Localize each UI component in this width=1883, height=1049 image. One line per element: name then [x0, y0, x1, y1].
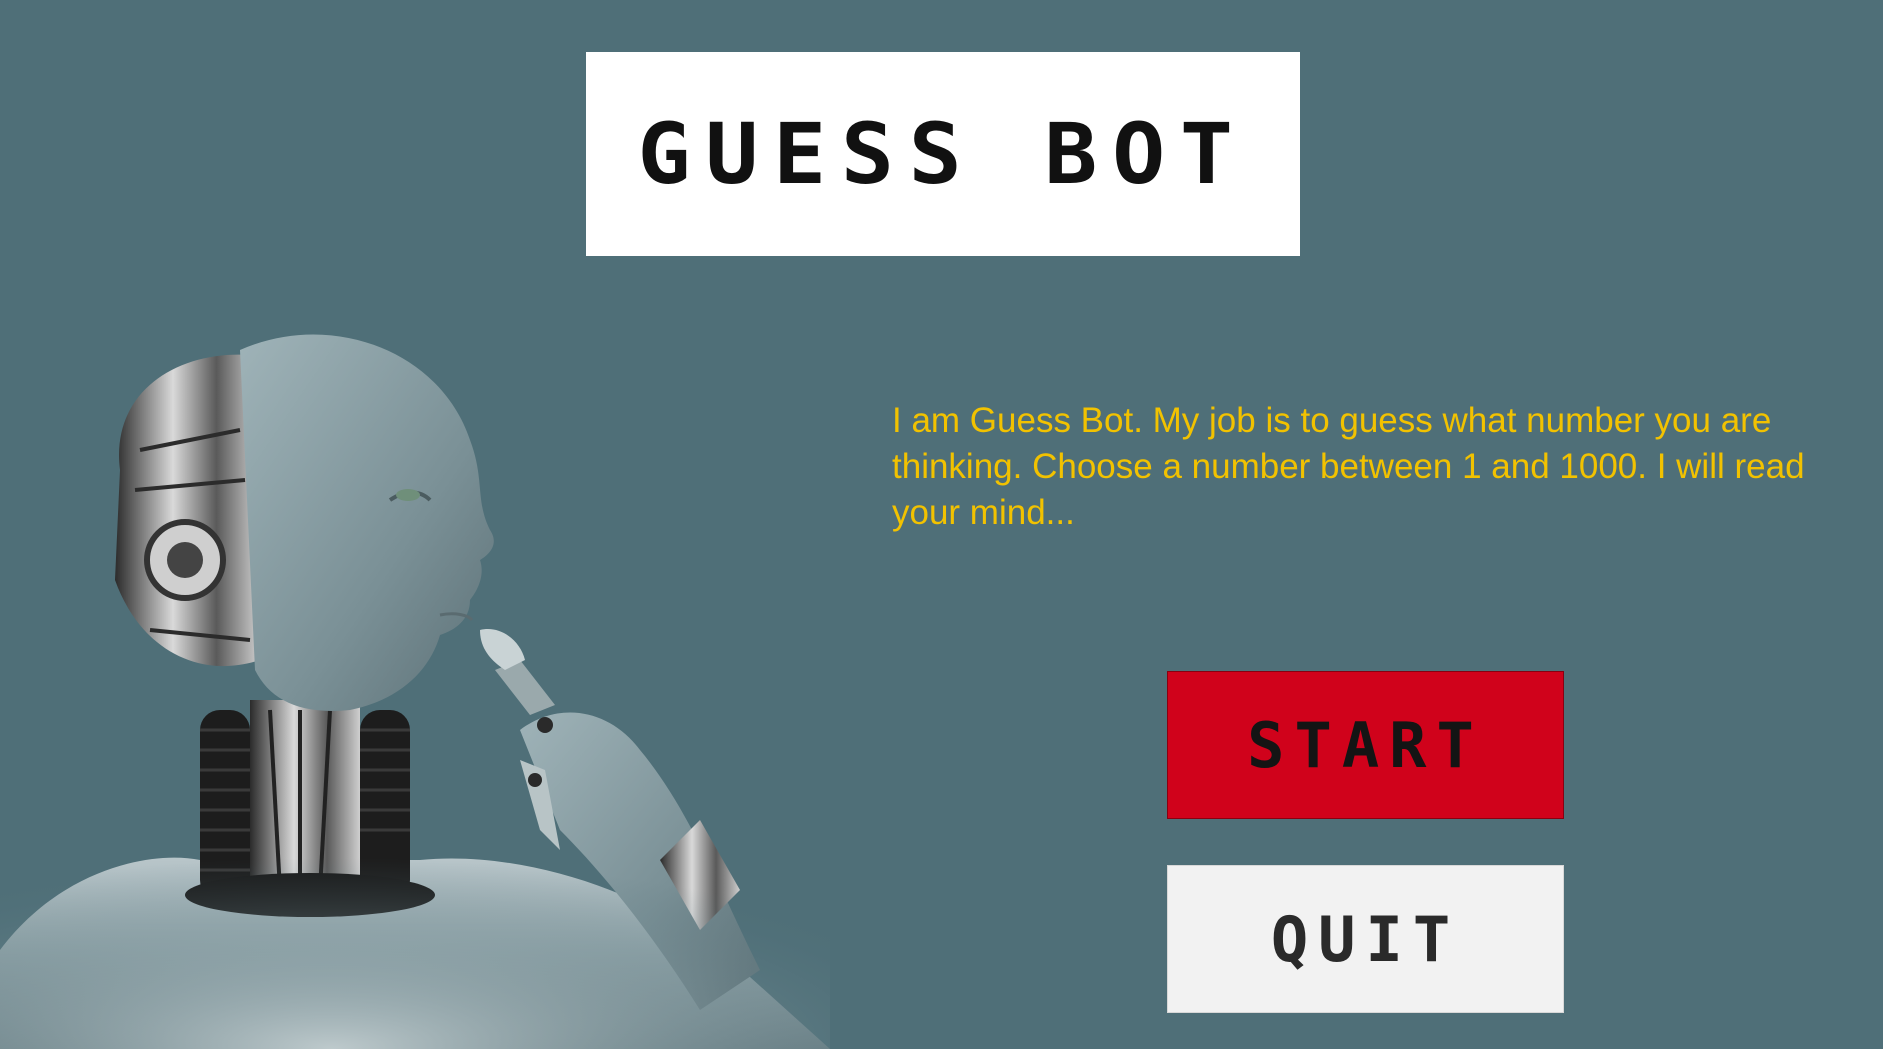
thinking-robot-image — [0, 334, 830, 1049]
title-panel: GUESS BOT — [586, 52, 1300, 256]
game-title: GUESS BOT — [637, 105, 1249, 203]
start-button-label: START — [1247, 708, 1484, 782]
main-menu-screen: GUESS BOT I am Guess Bot. My job is to g… — [0, 0, 1883, 1049]
quit-button[interactable]: QUIT — [1167, 865, 1564, 1013]
start-button[interactable]: START — [1167, 671, 1564, 819]
intro-text: I am Guess Bot. My job is to guess what … — [892, 401, 1805, 532]
quit-button-label: QUIT — [1270, 902, 1461, 976]
